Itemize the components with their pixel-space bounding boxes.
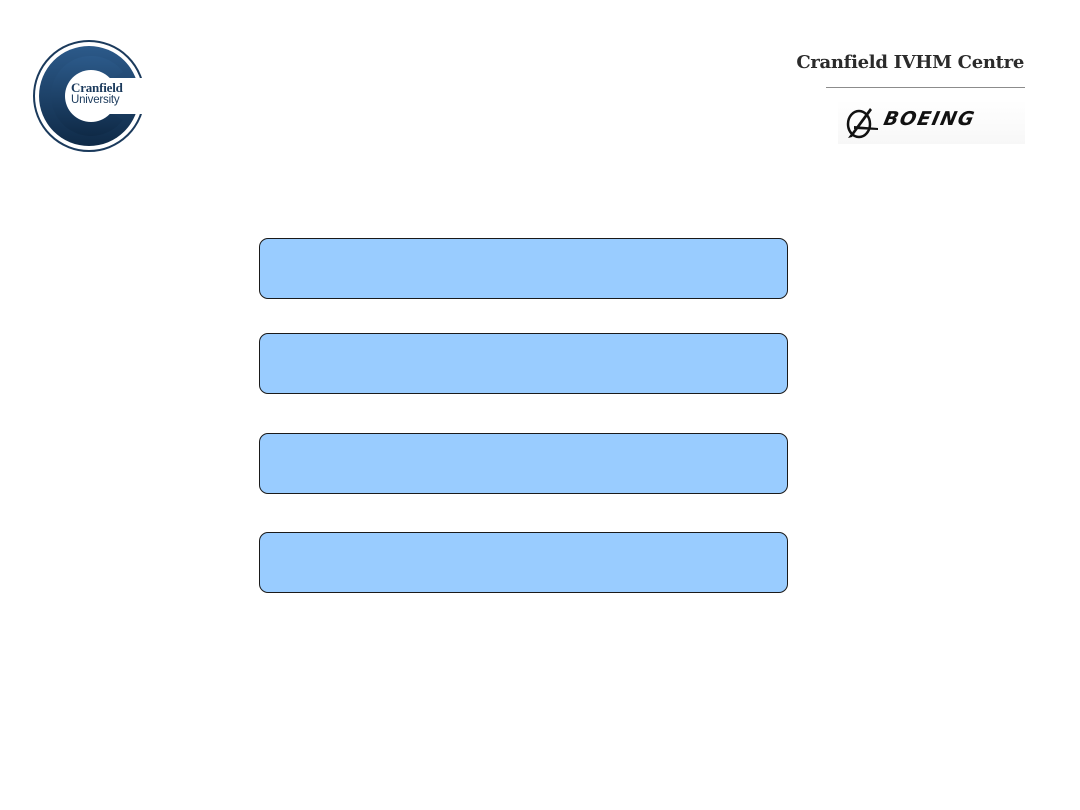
content-box-2 (259, 333, 788, 394)
cranfield-wordmark-line2: University (71, 94, 120, 106)
cranfield-university-logo: Cranfield University (33, 40, 145, 152)
content-box-4 (259, 532, 788, 593)
header-divider (826, 87, 1025, 88)
boeing-logo: BOEING (838, 100, 1025, 144)
boeing-symbol-icon (846, 108, 878, 139)
cranfield-wordmark: Cranfield University (71, 81, 141, 107)
boeing-wordmark: BOEING (881, 108, 978, 130)
ivhm-centre-title: Cranfield IVHM Centre (796, 52, 1024, 73)
content-box-3 (259, 433, 788, 494)
content-box-1 (259, 238, 788, 299)
slide: Cranfield University Cranfield IVHM Cent… (0, 0, 1080, 810)
cranfield-wordmark-line1: Cranfield (71, 80, 123, 95)
